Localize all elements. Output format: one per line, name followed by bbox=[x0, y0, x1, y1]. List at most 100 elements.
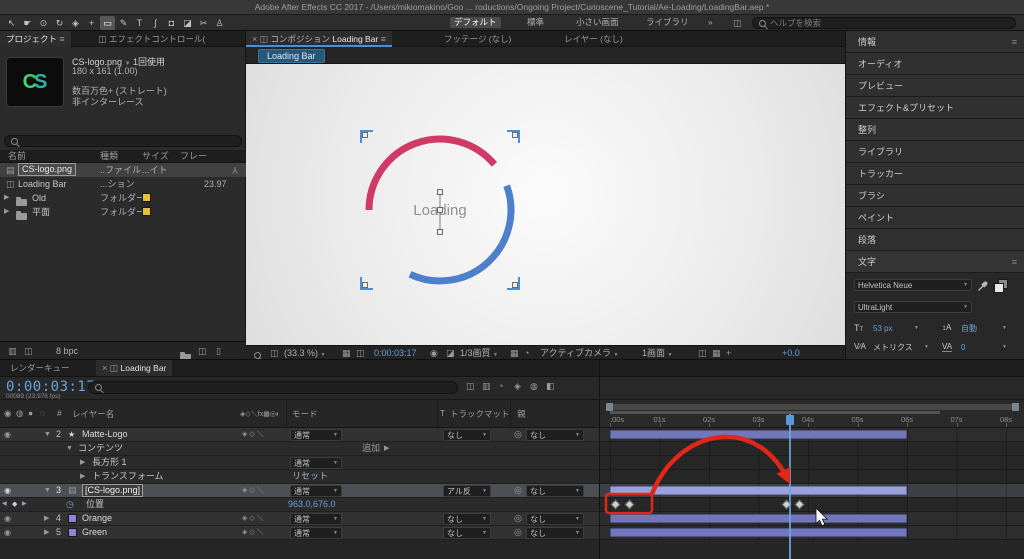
panel-audio[interactable]: オーディオ bbox=[846, 53, 1024, 75]
eye-icon[interactable]: ◉ bbox=[4, 512, 11, 525]
layer-row-matte-logo[interactable]: ◉ ▼ 2 ★ Matte-Logo ◈◇＼ 通常 ▼ なし ▼ ◎ なし ▼ bbox=[0, 428, 600, 442]
layer-track-cs-logo[interactable] bbox=[600, 484, 1024, 498]
layer-duration-bar[interactable] bbox=[610, 486, 907, 495]
keyframe-icon[interactable]: ◆ bbox=[12, 498, 17, 511]
parent-select[interactable]: なし ▼ bbox=[526, 527, 584, 539]
pan-behind-tool[interactable]: + bbox=[84, 16, 99, 30]
pixel-aspect-icon[interactable]: ◫ bbox=[698, 346, 707, 360]
column-layer-name[interactable]: レイヤー名 bbox=[72, 408, 114, 420]
track-matte-select[interactable]: アル反 ▼ bbox=[443, 485, 491, 497]
help-search-input[interactable] bbox=[770, 18, 1009, 28]
tab-timeline-comp[interactable]: × ◫ Loading Bar bbox=[96, 360, 173, 376]
help-search-field[interactable] bbox=[752, 17, 1016, 29]
tab-effect-controls[interactable]: ◫ エフェクトコントロール( bbox=[92, 31, 211, 47]
selection-handles[interactable] bbox=[362, 132, 518, 288]
navigator-end-handle[interactable] bbox=[1012, 403, 1019, 411]
composition-mini-flowchart-icon[interactable]: ◫ bbox=[466, 381, 475, 392]
next-keyframe-icon[interactable]: ▶ bbox=[22, 498, 27, 511]
track-position-keyframes[interactable] bbox=[600, 498, 1024, 512]
hide-shy-layers-icon[interactable]: ◔ bbox=[498, 381, 503, 391]
pickwhip-icon[interactable]: ◎ bbox=[514, 484, 522, 497]
parent-select[interactable]: なし ▼ bbox=[526, 485, 584, 497]
twirl-closed-icon[interactable]: ▶ bbox=[4, 191, 9, 205]
item-name[interactable]: 平面 bbox=[32, 205, 50, 219]
stopwatch-icon[interactable]: ◷ bbox=[66, 498, 74, 511]
time-ruler[interactable]: :00s 01s 02s 03s 04s 05s 06s 07s 08s bbox=[600, 414, 1024, 428]
project-search-input[interactable] bbox=[22, 136, 235, 146]
layer-row-orange[interactable]: ◉ ▶ 4 Orange ◈◇＼ 通常 ▼ なし ▼ ◎ なし ▼ bbox=[0, 512, 600, 526]
audio-column-icon[interactable]: ◍ bbox=[16, 408, 23, 419]
twirl-closed-icon[interactable]: ▶ bbox=[4, 205, 9, 219]
comp-canvas[interactable]: Loading bbox=[246, 64, 845, 345]
pickwhip-icon[interactable]: ◎ bbox=[514, 526, 522, 539]
tab-layer[interactable]: レイヤー (なし) bbox=[558, 31, 629, 47]
parent-select[interactable]: なし ▼ bbox=[526, 513, 584, 525]
layer-duration-bar[interactable] bbox=[610, 514, 907, 523]
column-switches-icons[interactable]: ◈◇＼fx▦◎◐ bbox=[240, 409, 280, 419]
item-name[interactable]: Loading Bar bbox=[18, 177, 67, 191]
layer-name[interactable]: Matte-Logo bbox=[82, 428, 128, 441]
twirl-closed-icon[interactable]: ▶ bbox=[44, 512, 49, 525]
keyframe[interactable] bbox=[610, 499, 621, 510]
fill-color-swatch[interactable] bbox=[994, 283, 1004, 293]
clone-stamp-tool[interactable]: ◘ bbox=[164, 16, 179, 30]
comp-button[interactable]: Loading Bar bbox=[258, 49, 325, 63]
mask-visibility-icon[interactable]: ◫ bbox=[356, 346, 365, 360]
playhead-line[interactable] bbox=[789, 414, 791, 559]
blend-mode-select[interactable]: 通常 ▼ bbox=[290, 513, 342, 525]
track-matte-select[interactable]: なし ▼ bbox=[443, 429, 491, 441]
eraser-tool[interactable]: ◪ bbox=[180, 16, 195, 30]
graph-editor-icon[interactable]: ◧ bbox=[546, 381, 555, 392]
column-number[interactable]: # bbox=[57, 408, 62, 418]
zoom-tool[interactable]: ⊙ bbox=[36, 16, 51, 30]
eyedropper-icon[interactable] bbox=[977, 280, 989, 292]
fast-previews-icon[interactable]: ▦ bbox=[712, 346, 721, 360]
tab-render-queue[interactable]: レンダーキュー bbox=[4, 360, 76, 376]
layer-name[interactable]: [CS-logo.png] bbox=[82, 484, 144, 497]
panel-paint[interactable]: ペイント bbox=[846, 207, 1024, 229]
tab-footage[interactable]: フッテージ (なし) bbox=[438, 31, 517, 47]
keyframe[interactable] bbox=[794, 499, 805, 510]
new-composition-icon[interactable]: ◫ bbox=[198, 342, 207, 360]
column-size[interactable]: サイズ bbox=[142, 150, 169, 163]
project-search-field[interactable] bbox=[4, 135, 242, 147]
panel-brushes[interactable]: ブラシ bbox=[846, 185, 1024, 207]
parent-select[interactable]: なし ▼ bbox=[526, 429, 584, 441]
keyframe[interactable] bbox=[624, 499, 635, 510]
eye-icon[interactable]: ◉ bbox=[4, 428, 11, 441]
magnification-icon[interactable] bbox=[254, 352, 261, 359]
column-t[interactable]: T bbox=[440, 408, 445, 418]
type-tool[interactable]: T bbox=[132, 16, 147, 30]
property-row-position[interactable]: ◀ ◆ ▶ ◷ 位置 963.0,676.0 bbox=[0, 498, 600, 512]
reset-button[interactable]: リセット bbox=[292, 470, 328, 483]
group-name[interactable]: トランスフォーム bbox=[92, 470, 164, 483]
layer-switches[interactable]: ◈◇＼ bbox=[242, 512, 266, 525]
track-matte-select[interactable]: なし ▼ bbox=[443, 513, 491, 525]
brush-tool[interactable]: ∫ bbox=[148, 16, 163, 30]
column-name[interactable]: 名前 bbox=[8, 150, 26, 163]
blend-mode-select[interactable]: 通常 ▼ bbox=[290, 457, 342, 469]
group-row-transform[interactable]: ▶ トランスフォーム リセット bbox=[0, 470, 600, 484]
column-mode[interactable]: モード bbox=[292, 408, 318, 420]
twirl-open-icon[interactable]: ▼ bbox=[44, 428, 51, 441]
position-value[interactable]: 963.0,676.0 bbox=[288, 498, 336, 511]
tab-project[interactable]: プロジェクト ≡ bbox=[0, 31, 71, 47]
transparency-grid-icon[interactable]: ◔ bbox=[524, 346, 529, 360]
panel-paragraph[interactable]: 段落 bbox=[846, 229, 1024, 251]
rectangle-tool[interactable]: ▭ bbox=[100, 16, 115, 30]
track-matte-select[interactable]: なし ▼ bbox=[443, 527, 491, 539]
pickwhip-icon[interactable]: ◎ bbox=[514, 512, 522, 525]
add-arrow-icon[interactable]: ▶ bbox=[384, 442, 389, 455]
column-parent[interactable]: 親 bbox=[517, 408, 526, 420]
interpret-footage-icon[interactable]: ▥ bbox=[8, 342, 17, 360]
panel-menu-icon[interactable]: ≡ bbox=[381, 34, 386, 44]
layer-switches[interactable]: ◈◇＼ bbox=[242, 428, 266, 441]
current-time-button[interactable]: 0:00:03:17 bbox=[374, 346, 417, 360]
frame-blending-icon[interactable]: ◈ bbox=[514, 381, 521, 392]
grid-guides-icon[interactable]: ▦ bbox=[342, 346, 351, 360]
snapshot-icon[interactable]: ◫ bbox=[270, 346, 279, 360]
motion-blur-icon[interactable]: ◍ bbox=[530, 381, 538, 392]
column-frame-rate[interactable]: フレー bbox=[180, 150, 207, 163]
proxy-icon[interactable]: ◫ bbox=[24, 342, 33, 360]
layer-color-swatch[interactable] bbox=[68, 514, 77, 523]
